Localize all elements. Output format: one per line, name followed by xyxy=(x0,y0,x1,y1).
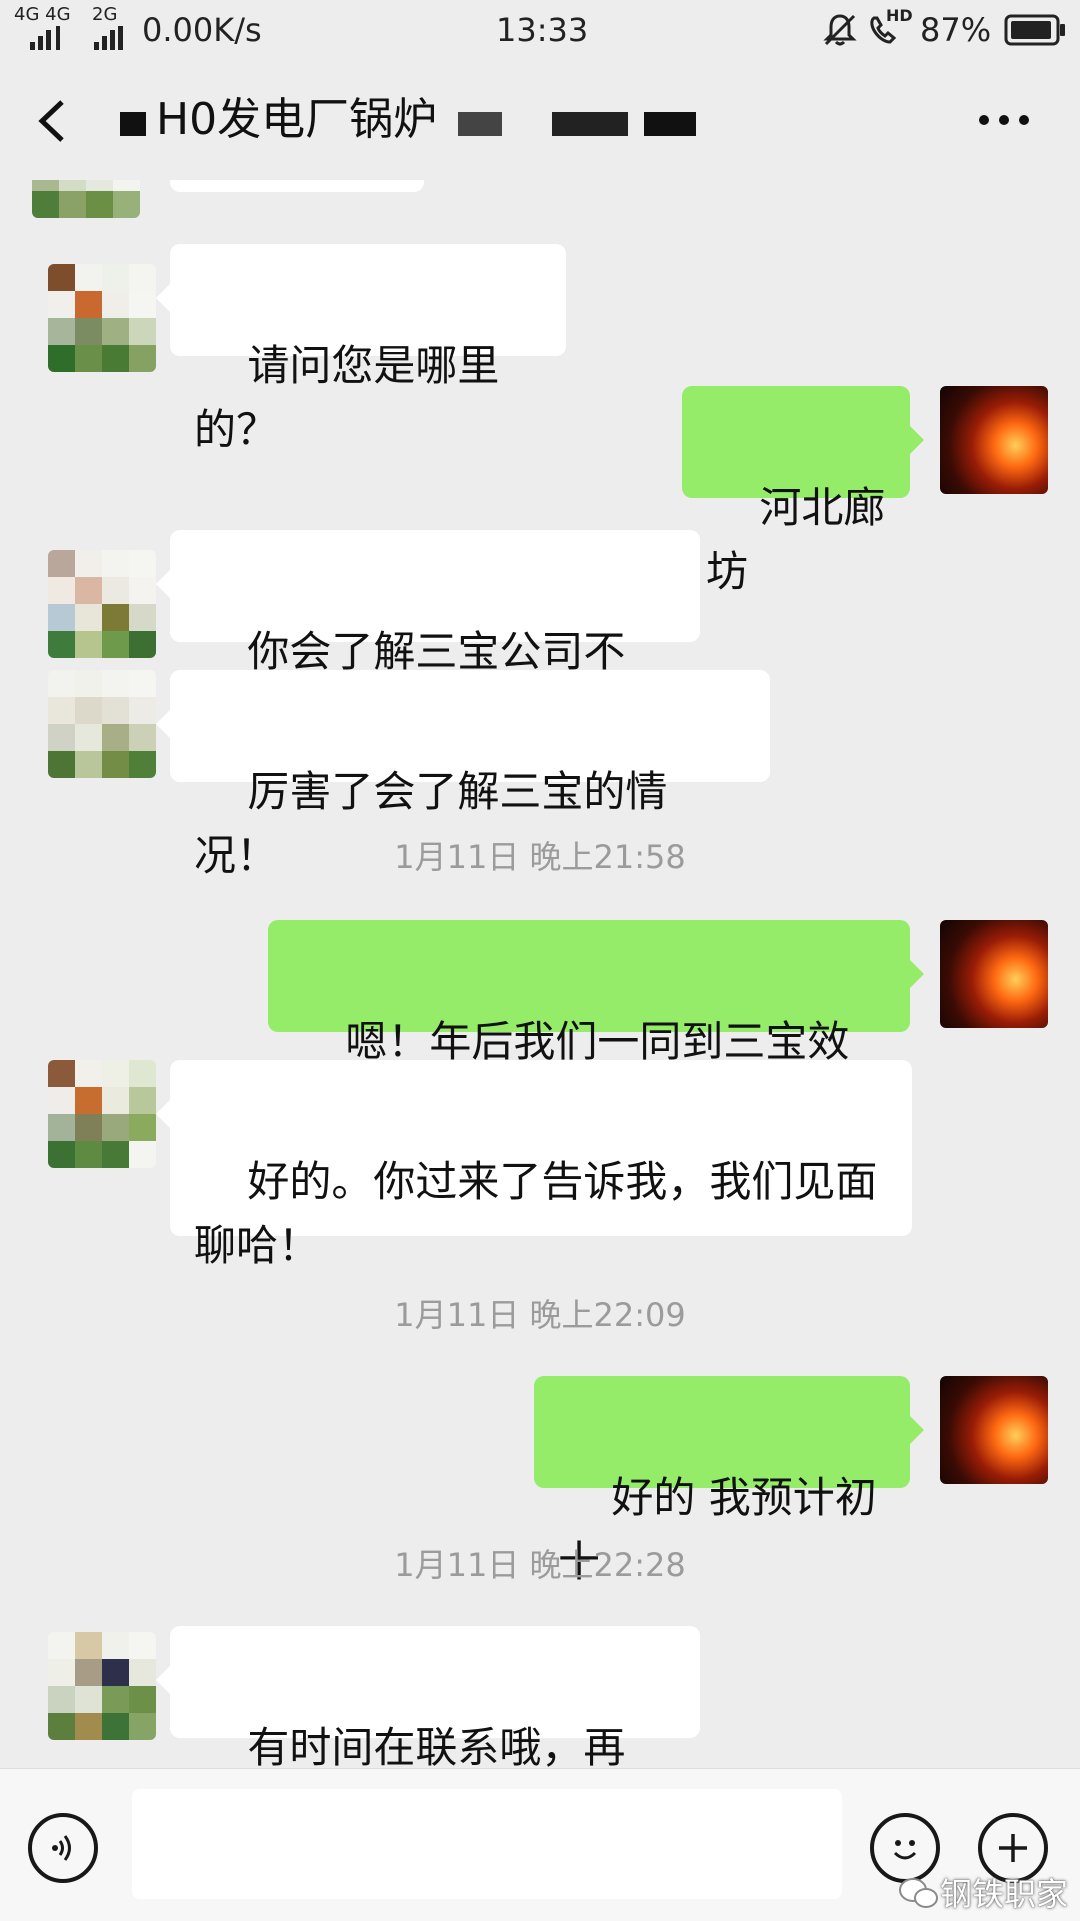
message-bubble[interactable]: 好的。你过来了告诉我，我们见面 聊哈！ xyxy=(156,1060,912,1270)
clock: 13:33 xyxy=(496,11,589,49)
status-bar: 4G 4G 2G 0.00K/s 13:33 HD 87% xyxy=(0,0,1080,60)
contact-avatar[interactable] xyxy=(48,670,156,778)
back-icon[interactable] xyxy=(32,96,72,146)
redaction-block xyxy=(644,112,696,136)
contact-avatar[interactable] xyxy=(48,1060,156,1168)
hd-label: HD xyxy=(886,6,913,25)
my-avatar[interactable] xyxy=(940,1376,1048,1484)
network-speed: 0.00K/s xyxy=(142,11,262,49)
timestamp: 1月11日 晚上22:09 xyxy=(394,1296,686,1334)
my-avatar[interactable] xyxy=(940,920,1048,1028)
network-2g-label: 2G xyxy=(92,4,118,25)
message-bubble[interactable]: 有时间在联系哦，再见。 xyxy=(156,1626,700,1768)
message-bubble-mine[interactable]: 河北廊坊 xyxy=(682,386,924,596)
contact-avatar[interactable] xyxy=(32,180,140,218)
battery-icon xyxy=(1004,14,1066,46)
message-text: 请问您是哪里的？ xyxy=(194,341,500,454)
message-input[interactable] xyxy=(132,1789,842,1899)
voice-icon[interactable] xyxy=(28,1813,98,1883)
my-avatar[interactable] xyxy=(940,386,1048,494)
emoji-icon[interactable] xyxy=(870,1813,940,1883)
chat-area[interactable]: 请问您是哪里的？ 河北廊坊 你会了解三宝公司不错。 厉害了会了解三宝的情况！ 1… xyxy=(0,180,1080,1768)
chat-title: H0发电厂锅炉 xyxy=(156,94,438,145)
message-text: 有时间在联系哦，再见。 xyxy=(247,1723,626,1768)
message-bubble-mine[interactable]: 嗯！年后我们一同到三宝效力 xyxy=(268,920,924,1130)
message-text: 好的。你过来了告诉我，我们见面 聊哈！ xyxy=(194,1157,878,1270)
message-bubble[interactable]: 请问您是哪里的？ xyxy=(156,244,566,454)
redaction-block xyxy=(552,112,628,136)
message-text: 河北廊坊 xyxy=(706,483,886,596)
message-bubble[interactable]: 你会了解三宝公司不错。 xyxy=(156,530,700,740)
more-icon[interactable] xyxy=(978,112,1030,128)
network-type-label: 4G 4G xyxy=(14,4,71,25)
redaction-block xyxy=(120,112,146,136)
message-bubble-mine[interactable]: 好的 我预计初十 xyxy=(534,1376,924,1586)
contact-avatar[interactable] xyxy=(48,550,156,658)
signal-2g-icon xyxy=(94,26,134,50)
timestamp: 1月11日 晚上22:28 xyxy=(394,1546,686,1584)
contact-avatar[interactable] xyxy=(48,1632,156,1740)
message-bubble-partial xyxy=(170,180,424,192)
message-bubble[interactable]: 厉害了会了解三宝的情况！ xyxy=(156,670,770,880)
contact-avatar[interactable] xyxy=(48,264,156,372)
redaction-block xyxy=(458,112,502,136)
chat-header: H0发电厂锅炉 xyxy=(0,60,1080,180)
wechat-logo-icon xyxy=(898,1877,940,1911)
plus-icon[interactable] xyxy=(978,1813,1048,1883)
signal-icon xyxy=(30,26,80,50)
mute-bell-icon xyxy=(822,12,858,48)
timestamp: 1月11日 晚上21:58 xyxy=(394,838,686,876)
watermark-text: 钢铁职家 xyxy=(940,1875,1069,1913)
input-bar: 钢铁职家 xyxy=(0,1768,1080,1921)
battery-percent: 87% xyxy=(920,11,992,49)
